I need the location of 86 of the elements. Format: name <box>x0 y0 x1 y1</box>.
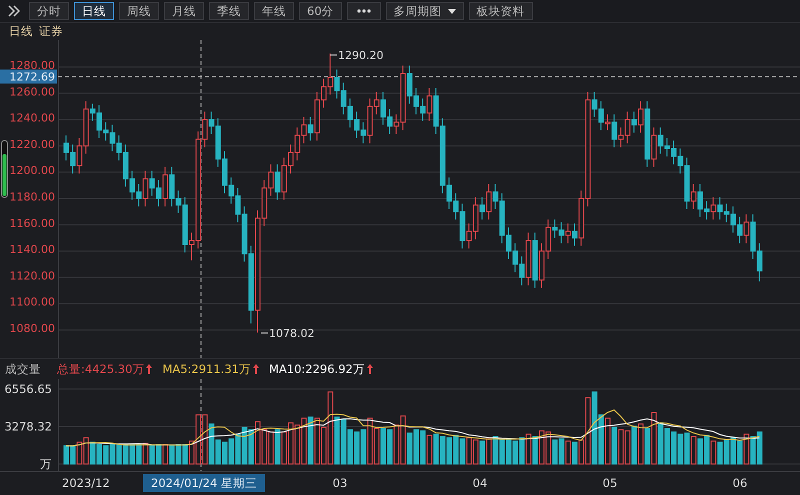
bar <box>162 444 168 464</box>
price-axis-label: 1280.00 <box>10 58 55 72</box>
candlestick <box>651 126 657 168</box>
candlestick <box>638 100 644 134</box>
leader-line <box>260 332 268 334</box>
volume-axis-label: 3278.32 <box>4 420 52 434</box>
bar <box>638 423 644 464</box>
candlestick <box>426 88 432 122</box>
price-axis-label: 1140.00 <box>10 243 55 256</box>
bar <box>572 442 578 464</box>
candlestick <box>480 196 486 220</box>
bar <box>612 426 618 464</box>
candlestick <box>162 166 168 207</box>
bar <box>631 426 637 464</box>
bar <box>532 436 538 464</box>
volume-title: 成交量 <box>5 362 41 376</box>
price-axis-label: 1160.00 <box>10 216 55 230</box>
volume-stat: 总量:4425.30万 <box>57 362 144 376</box>
volume-axis-label: 6556.65 <box>4 382 52 396</box>
crosshair-date-label: 2024/01/24 星期三 <box>143 474 265 492</box>
up-arrow-icon <box>252 364 259 374</box>
price-axis-label: 1100.00 <box>10 296 55 309</box>
crosshair-price-label: 1272.69 <box>0 70 57 84</box>
candlestick <box>565 222 571 244</box>
volume-stat: MA5:2911.31万 <box>162 362 251 376</box>
date-axis-label: 03 <box>332 476 348 490</box>
price-axis-label: 1260.00 <box>10 85 55 98</box>
price-axis-label: 1080.00 <box>10 322 55 335</box>
period-tab[interactable]: 日线 <box>74 2 114 20</box>
price-axis-label: 1180.00 <box>10 190 55 204</box>
bar <box>651 412 657 464</box>
bar <box>605 418 611 464</box>
candlestick <box>710 196 716 220</box>
period-tab[interactable]: 板块资料 <box>468 2 533 20</box>
date-axis-label: 06 <box>732 476 748 490</box>
period-tab[interactable]: 月线 <box>164 2 204 20</box>
bar <box>426 434 432 464</box>
leader-line <box>330 54 338 56</box>
candlestick <box>572 222 578 246</box>
price-axis-label: 1240.00 <box>10 112 55 125</box>
period-dropdown[interactable]: 多周期图 <box>386 2 464 20</box>
up-arrow-icon <box>146 364 152 374</box>
up-arrow-icon <box>366 364 373 374</box>
price-axis-label: 1120.00 <box>10 269 55 282</box>
bar <box>274 429 280 464</box>
bar <box>480 440 486 464</box>
candlestick <box>605 114 611 131</box>
period-tab[interactable]: 分时 <box>29 2 69 20</box>
bar <box>526 434 532 464</box>
bar <box>142 442 148 464</box>
period-tab[interactable]: 年线 <box>254 2 294 20</box>
level-gauge-icon <box>1 140 8 198</box>
candlestick <box>744 214 750 244</box>
bar <box>710 440 716 464</box>
date-axis-label: 2023/12 <box>62 476 110 490</box>
ref-line-label: 1272.69 <box>10 70 55 84</box>
candlestick <box>631 111 637 134</box>
double-chevron-icon[interactable] <box>8 5 20 17</box>
chart-tag: 证券 <box>39 24 63 39</box>
date-axis-label: 04 <box>472 476 488 490</box>
period-tab[interactable]: 周线 <box>119 2 159 20</box>
bar <box>565 440 571 464</box>
candlestick <box>308 116 314 142</box>
bar <box>744 434 750 464</box>
bar <box>486 438 492 464</box>
price-axis-label: 1220.00 <box>10 138 55 151</box>
low-price-label: 1078.02 <box>269 327 314 340</box>
more-button[interactable] <box>346 2 381 20</box>
candlestick <box>690 184 696 210</box>
high-price-label: 1290.20 <box>338 49 384 62</box>
volume-axis-label: 万 <box>40 457 52 471</box>
more-icon <box>356 9 371 13</box>
candlestick <box>612 114 618 148</box>
bar <box>308 416 314 464</box>
candlestick <box>486 184 492 220</box>
date-axis-label: 05 <box>602 476 618 490</box>
caret-icon <box>448 8 456 14</box>
candlestick <box>142 170 148 207</box>
period-tab[interactable]: 60分 <box>299 2 342 20</box>
volume-stat: MA10:2296.92万 <box>268 362 365 376</box>
candlestick <box>274 164 280 200</box>
bar <box>644 428 650 464</box>
chart-tag: 日线 <box>9 24 33 39</box>
bar <box>690 436 696 464</box>
period-tab[interactable]: 季线 <box>209 2 249 20</box>
price-axis-label: 1200.00 <box>10 164 55 178</box>
